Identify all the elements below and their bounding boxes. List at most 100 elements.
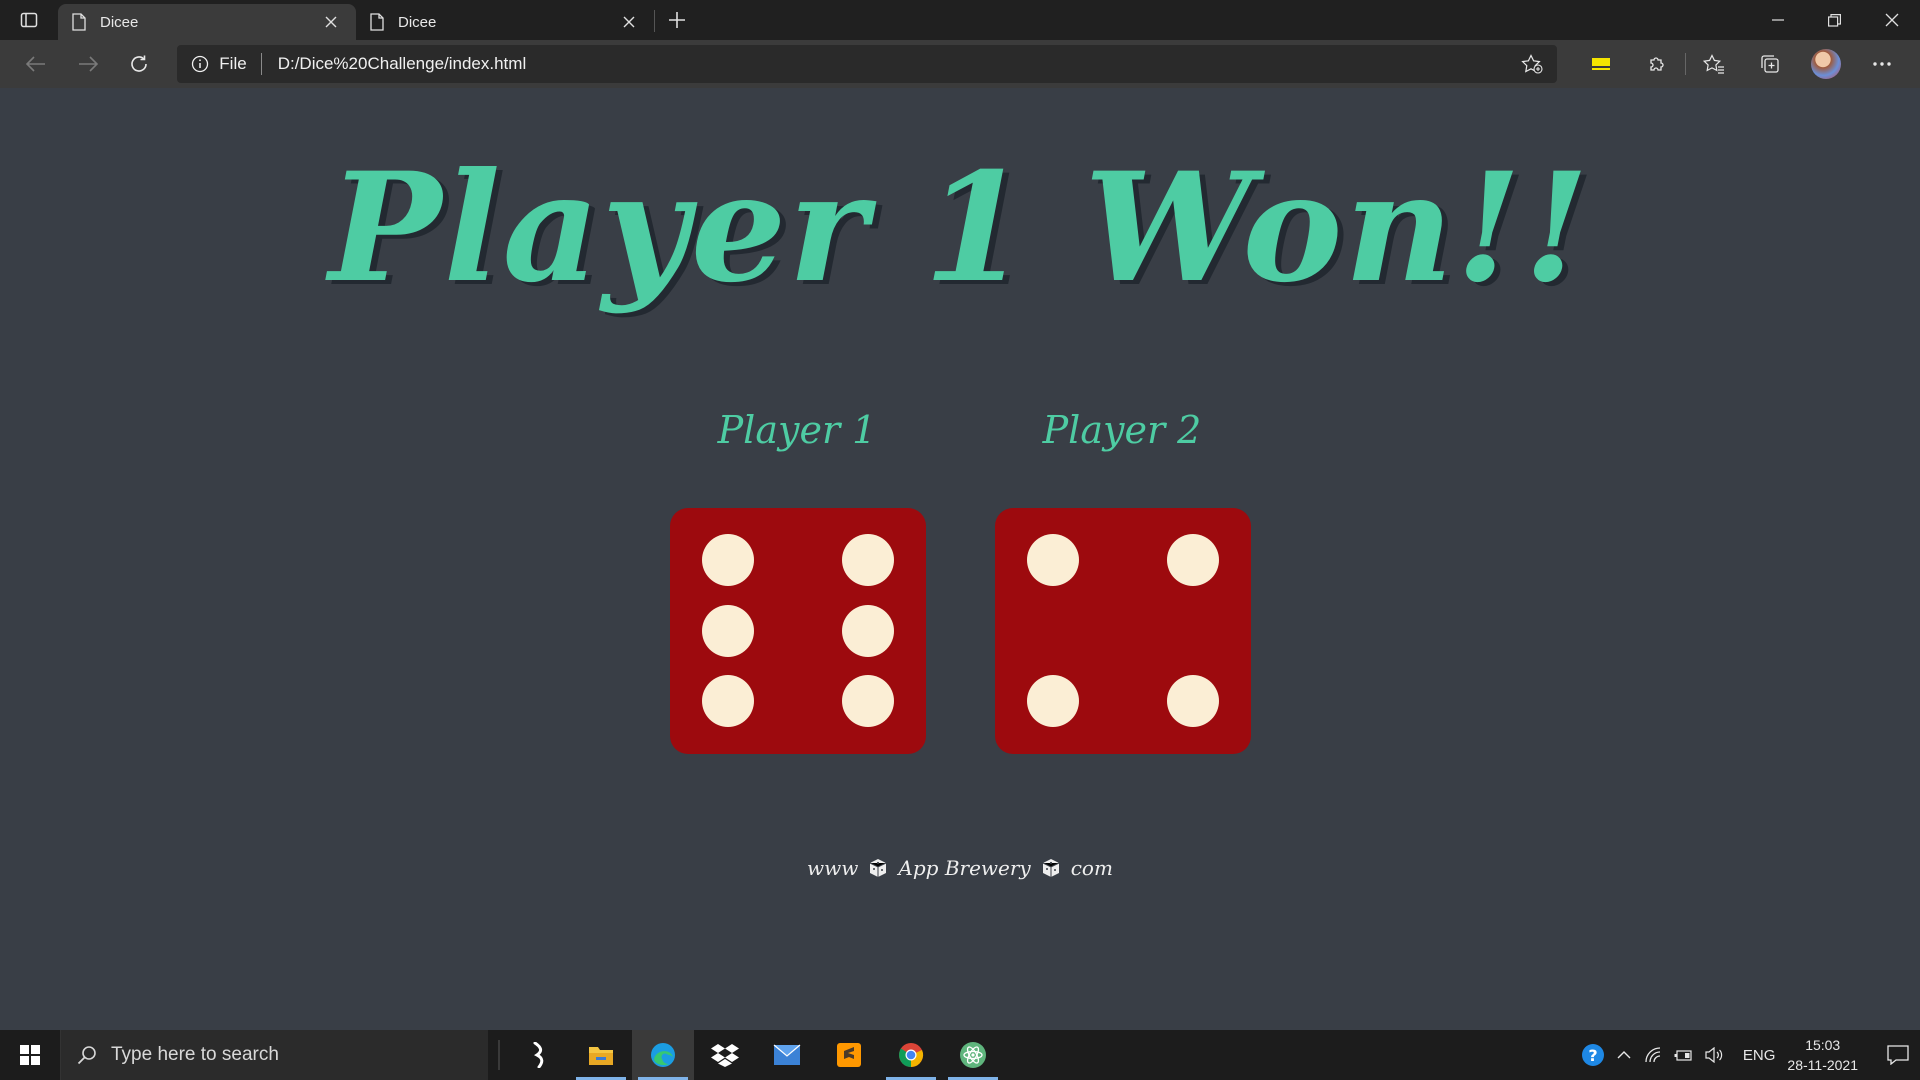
tab-dicee-1[interactable]: Dicee (58, 4, 356, 40)
start-button[interactable] (0, 1030, 60, 1080)
search-icon (77, 1045, 97, 1065)
minimize-button[interactable] (1749, 0, 1806, 40)
dice-pip (1167, 675, 1219, 727)
edge-app[interactable] (632, 1030, 694, 1080)
notification-icon (1887, 1045, 1909, 1065)
collections-button[interactable] (1742, 46, 1798, 82)
toolbar-right (1573, 46, 1910, 82)
speaker-icon (1705, 1047, 1723, 1063)
footer-brand: App Brewery (898, 856, 1031, 880)
player-2-label: Player 2 (1042, 408, 1202, 452)
info-icon[interactable] (191, 55, 209, 73)
close-icon (1885, 13, 1898, 27)
dice-pip (842, 534, 894, 586)
minimize-icon (1771, 19, 1784, 21)
file-explorer-icon (589, 1047, 613, 1065)
more-dots-icon (1873, 62, 1891, 66)
atom-icon (960, 1042, 986, 1068)
battery-icon (1674, 1050, 1692, 1061)
language-indicator[interactable]: ENG (1743, 1047, 1776, 1064)
window-controls (1749, 0, 1920, 40)
highlighter-extension-icon (1592, 58, 1611, 70)
settings-more-button[interactable] (1854, 46, 1910, 82)
edge-icon (651, 1043, 675, 1067)
network-button[interactable] (1639, 1030, 1669, 1080)
taskbar-search[interactable]: Type here to search (60, 1030, 488, 1080)
dropbox-icon (711, 1044, 739, 1067)
help-tray-button[interactable]: ? (1579, 1030, 1609, 1080)
favorites-star-icon (1703, 54, 1725, 74)
tab-actions-button[interactable] (0, 0, 58, 40)
volume-button[interactable] (1699, 1030, 1729, 1080)
dice-pip (1167, 534, 1219, 586)
dice-pip (842, 605, 894, 657)
windows-logo-icon (20, 1045, 40, 1065)
dice-pip (1027, 534, 1079, 586)
restore-button[interactable] (1806, 0, 1863, 40)
tab-dicee-2[interactable]: Dicee (356, 4, 654, 40)
chrome-icon (899, 1043, 924, 1067)
footer-com: com (1070, 856, 1113, 880)
close-tab-icon[interactable] (320, 11, 342, 33)
refresh-button[interactable] (114, 46, 166, 82)
atom-app[interactable] (942, 1030, 1004, 1080)
extension-yellow-button[interactable] (1573, 46, 1629, 82)
arrow-right-icon (78, 56, 98, 72)
url-text[interactable]: D:/Dice%20Challenge/index.html (278, 54, 1521, 74)
page-icon (370, 13, 384, 31)
refresh-icon (131, 55, 148, 72)
restore-icon (1828, 13, 1841, 27)
taskbar-separator (498, 1040, 500, 1070)
add-favorite-icon[interactable] (1521, 54, 1543, 74)
page-icon (72, 13, 86, 31)
dice-player-2 (995, 508, 1251, 754)
system-tray: ? ENG 15:03 28-11-2021 (1579, 1030, 1920, 1080)
collections-icon (1761, 55, 1779, 73)
wifi-icon (1645, 1047, 1660, 1063)
web-page: Player 1 Won!! Player 1 Player 2 www App… (0, 88, 1920, 1030)
sublime-merge-app[interactable] (508, 1030, 570, 1080)
mail-app[interactable] (756, 1030, 818, 1080)
svg-text:?: ? (1588, 1046, 1597, 1065)
footer: www App Brewery com (0, 856, 1920, 880)
profile-button[interactable] (1798, 46, 1854, 82)
new-tab-button[interactable] (655, 0, 699, 40)
tab-title: Dicee (100, 13, 139, 31)
battery-button[interactable] (1669, 1030, 1699, 1080)
browser-titlebar: Dicee Dicee (0, 0, 1920, 40)
show-hidden-icons-button[interactable] (1609, 1030, 1639, 1080)
dice-pip (702, 534, 754, 586)
close-window-button[interactable] (1863, 0, 1920, 40)
dice-logo-icon (868, 858, 888, 878)
dice-pip (702, 605, 754, 657)
clock-time: 15:03 (1805, 1037, 1841, 1053)
clock[interactable]: 15:03 28-11-2021 (1787, 1035, 1858, 1075)
chrome-app[interactable] (880, 1030, 942, 1080)
mail-icon (773, 1044, 801, 1065)
forward-button[interactable] (62, 46, 114, 82)
dice-logo-icon (1041, 858, 1061, 878)
sublime-text-app[interactable] (818, 1030, 880, 1080)
taskbar: Type here to search ? ENG 15:03 28-11-20… (0, 1030, 1920, 1080)
browser-toolbar: File D:/Dice%20Challenge/index.html (0, 40, 1920, 88)
scheme-label: File (219, 54, 247, 73)
address-divider (260, 53, 262, 75)
file-explorer-app[interactable] (570, 1030, 632, 1080)
dice-pip (842, 675, 894, 727)
extensions-button[interactable] (1629, 46, 1685, 82)
dropbox-app[interactable] (694, 1030, 756, 1080)
player-1-label: Player 1 (717, 408, 877, 452)
help-question-icon: ? (1581, 1044, 1604, 1066)
favorites-button[interactable] (1686, 46, 1742, 82)
plus-icon (669, 12, 685, 28)
close-tab-icon[interactable] (618, 11, 640, 33)
avatar (1811, 49, 1842, 79)
page-title: Player 1 Won!! (328, 140, 1592, 316)
notification-center-button[interactable] (1876, 1030, 1920, 1080)
tab-actions-icon (20, 12, 38, 28)
dice-player-1 (670, 508, 926, 754)
dice-pip (702, 675, 754, 727)
back-button[interactable] (10, 46, 62, 82)
address-bar[interactable]: File D:/Dice%20Challenge/index.html (177, 45, 1558, 83)
clock-date: 28-11-2021 (1787, 1057, 1858, 1073)
